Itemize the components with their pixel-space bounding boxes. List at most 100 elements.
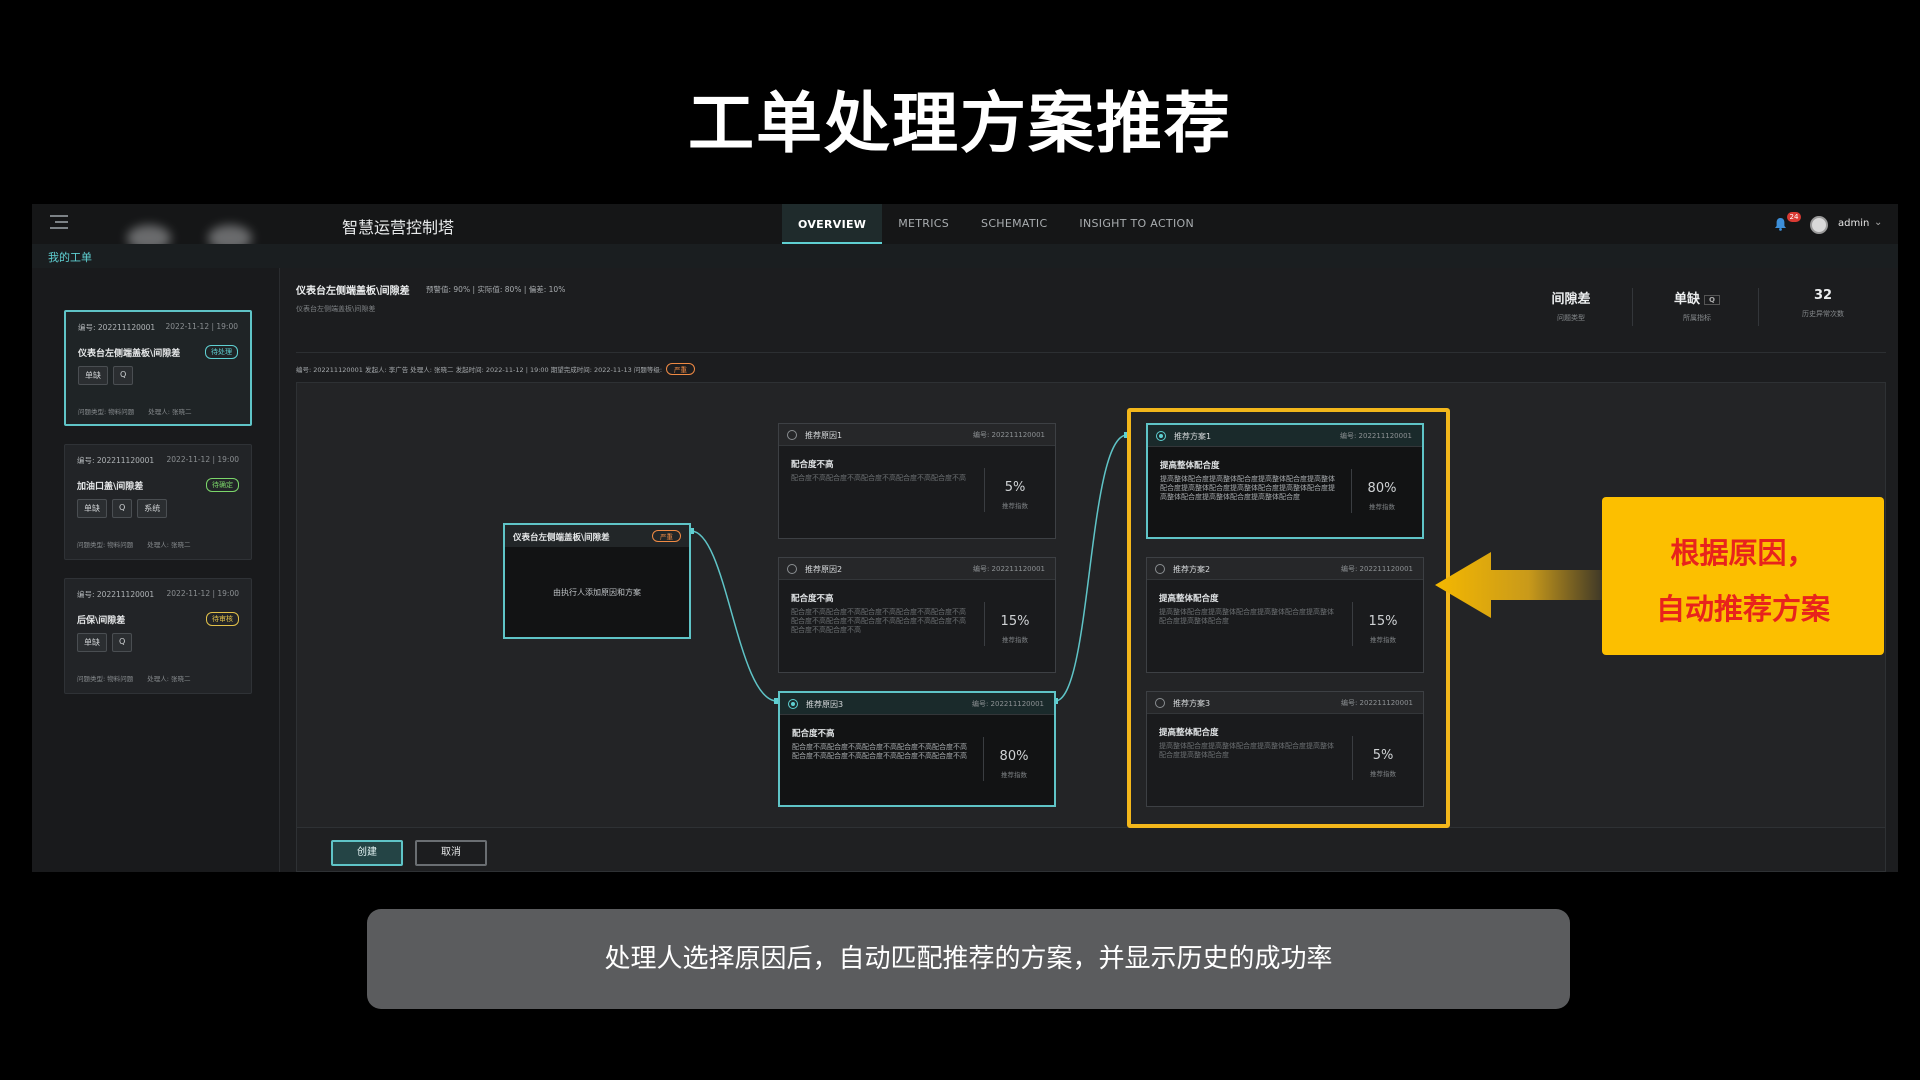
menu-icon[interactable] <box>50 215 68 231</box>
main-nav: OVERVIEW METRICS SCHEMATIC INSIGHT TO AC… <box>782 204 1210 244</box>
source-node-title: 仪表台左侧端盖板\间隙差 <box>513 533 610 543</box>
slide-title: 工单处理方案推荐 <box>688 85 1232 162</box>
work-order-type: 问题类型: 物料问题 <box>77 675 134 683</box>
tag: 系统 <box>137 499 168 518</box>
detail-info-text: 编号: 202211120001 发起人: 李广告 处理人: 张晓二 发起时间:… <box>296 366 663 374</box>
cause-card-3[interactable]: 推荐原因3 编号: 202211120001 配合度不高 配合度不高配合度不高配合… <box>778 691 1056 807</box>
radio-button[interactable] <box>787 564 797 574</box>
tab-insight-to-action[interactable]: INSIGHT TO ACTION <box>1063 204 1210 244</box>
status-badge: 待处理 <box>205 345 238 359</box>
top-bar: 智慧运营控制塔 OVERVIEW METRICS SCHEMATIC INSIG… <box>32 204 1898 251</box>
work-order-card[interactable]: 编号: 202211120001 2022-11-12 | 19:00 仪表台左… <box>64 310 252 426</box>
stat-label: 问题类型 <box>1557 314 1585 322</box>
chevron-down-icon[interactable]: ⌄ <box>1874 217 1882 228</box>
q-badge: Q <box>1704 294 1720 305</box>
tag: Q <box>112 499 133 518</box>
cancel-button[interactable]: 取消 <box>415 840 487 866</box>
stat-label: 历史异常次数 <box>1802 310 1844 318</box>
callout-line-2: 自动推荐方案 <box>1655 592 1830 626</box>
cause-no: 编号: 202211120001 <box>972 431 1045 439</box>
cause-card-2[interactable]: 推荐原因2 编号: 202211120001 配合度不高 配合度不高配合度不高配合… <box>778 557 1056 673</box>
severity-badge: 严重 <box>666 363 696 375</box>
tag: Q <box>112 633 133 652</box>
cause-title: 配合度不高 <box>792 729 835 739</box>
status-badge: 待确定 <box>206 478 239 492</box>
work-order-type: 问题类型: 物料问题 <box>78 408 135 416</box>
divider <box>1632 288 1633 326</box>
work-order-handler: 处理人: 张晓二 <box>148 408 192 416</box>
severity-badge: 严重 <box>652 530 681 542</box>
cause-percent-label: 推荐指数 <box>1001 771 1027 779</box>
cause-card-1[interactable]: 推荐原因1 编号: 202211120001 配合度不高 配合度不高配合度不高配合… <box>778 423 1056 539</box>
cause-percent-label: 推荐指数 <box>1002 636 1028 644</box>
detail-metrics: 预警值: 90% | 实际值: 80% | 偏差: 10% <box>426 285 566 294</box>
solution-title: 提高整体配合度 <box>1159 594 1219 604</box>
work-order-title: 加油口盖\间隙差 <box>77 482 144 492</box>
work-order-title: 后保\间隙差 <box>77 616 126 626</box>
source-node-body: 由执行人添加原因和方案 <box>553 588 641 597</box>
solution-desc: 提高整体配合度提高整体配合度提高整体配合度提高整体配合度提高整体配合度 <box>1159 742 1334 759</box>
solution-title: 提高整体配合度 <box>1159 728 1219 738</box>
bell-icon[interactable] <box>1774 217 1787 231</box>
callout-line-1: 根据原因， <box>1670 536 1816 570</box>
tag: 单缺 <box>77 633 107 652</box>
cause-percent: 5% <box>1004 480 1026 495</box>
work-order-title: 仪表台左侧端盖板\间隙差 <box>78 349 181 359</box>
solution-card-3[interactable]: 推荐方案3 编号: 202211120001 提高整体配合度 提高整体配合度提高整… <box>1146 691 1424 807</box>
solution-name: 推荐方案3 <box>1173 699 1211 708</box>
tag: 单缺 <box>78 366 108 385</box>
stat-value: 单缺 <box>1674 292 1701 307</box>
work-order-no: 编号: 202211120001 <box>77 590 155 599</box>
work-order-handler: 处理人: 张晓二 <box>147 675 191 683</box>
radio-button[interactable] <box>1155 564 1165 574</box>
cause-desc: 配合度不高配合度不高配合度不高配合度不高配合度不高配合度不高配合度不高配合度不高… <box>792 743 967 760</box>
stat-value: 间隙差 <box>1551 292 1591 307</box>
cause-no: 编号: 202211120001 <box>971 700 1044 708</box>
solution-percent: 5% <box>1372 748 1394 763</box>
cause-percent-label: 推荐指数 <box>1002 502 1028 510</box>
solution-percent-label: 推荐指数 <box>1369 503 1395 511</box>
action-bar: 创建 取消 <box>297 827 1885 871</box>
work-order-card[interactable]: 编号: 202211120001 2022-11-12 | 19:00 加油口盖… <box>64 444 252 560</box>
work-order-date: 2022-11-12 | 19:00 <box>166 455 240 464</box>
solution-desc: 提高整体配合度提高整体配合度提高整体配合度提高整体配合度提高整体配合度 <box>1159 608 1334 625</box>
user-name[interactable]: admin <box>1838 218 1869 229</box>
cause-title: 配合度不高 <box>791 594 834 604</box>
section-label[interactable]: 我的工单 <box>48 249 92 265</box>
work-order-handler: 处理人: 张晓二 <box>147 541 191 549</box>
solution-card-2[interactable]: 推荐方案2 编号: 202211120001 提高整体配合度 提高整体配合度提高整… <box>1146 557 1424 673</box>
cause-desc: 配合度不高配合度不高配合度不高配合度不高配合度不高 <box>791 474 966 482</box>
solution-name: 推荐方案2 <box>1173 565 1211 574</box>
radio-button[interactable] <box>1155 698 1165 708</box>
tab-overview[interactable]: OVERVIEW <box>782 204 883 244</box>
arrow-left-icon <box>1435 552 1605 618</box>
work-order-date: 2022-11-12 | 19:00 <box>166 589 240 598</box>
work-order-no: 编号: 202211120001 <box>77 456 155 465</box>
work-order-list: 编号: 202211120001 2022-11-12 | 19:00 仪表台左… <box>32 268 280 872</box>
tag: 单缺 <box>77 499 107 518</box>
divider <box>1758 288 1759 326</box>
stat-label: 所属指标 <box>1683 314 1711 322</box>
callout-box: 根据原因， 自动推荐方案 <box>1602 497 1884 655</box>
avatar[interactable] <box>1810 216 1828 234</box>
solution-desc: 提高整体配合度提高整体配合度提高整体配合度提高整体配合度提高整体配合度提高整体配… <box>1160 475 1335 501</box>
radio-button[interactable] <box>788 699 798 709</box>
tab-schematic[interactable]: SCHEMATIC <box>965 204 1063 244</box>
cause-name: 推荐原因3 <box>806 700 844 709</box>
solution-title: 提高整体配合度 <box>1160 461 1220 471</box>
solution-name: 推荐方案1 <box>1174 432 1212 441</box>
cause-percent: 80% <box>999 749 1029 764</box>
solution-percent-label: 推荐指数 <box>1370 770 1396 778</box>
cause-percent: 15% <box>1000 614 1030 629</box>
source-node[interactable]: 仪表台左侧端盖板\间隙差 严重 由执行人添加原因和方案 <box>503 523 691 639</box>
create-button[interactable]: 创建 <box>331 840 403 866</box>
tab-metrics[interactable]: METRICS <box>882 204 965 244</box>
tag: Q <box>113 366 134 385</box>
radio-button[interactable] <box>787 430 797 440</box>
radio-button[interactable] <box>1156 431 1166 441</box>
divider <box>296 352 1886 353</box>
solution-card-1[interactable]: 推荐方案1 编号: 202211120001 提高整体配合度 提高整体配合度提高整… <box>1146 423 1424 539</box>
solution-percent-label: 推荐指数 <box>1370 636 1396 644</box>
work-order-card[interactable]: 编号: 202211120001 2022-11-12 | 19:00 后保\间… <box>64 578 252 694</box>
work-order-type: 问题类型: 物料问题 <box>77 541 134 549</box>
